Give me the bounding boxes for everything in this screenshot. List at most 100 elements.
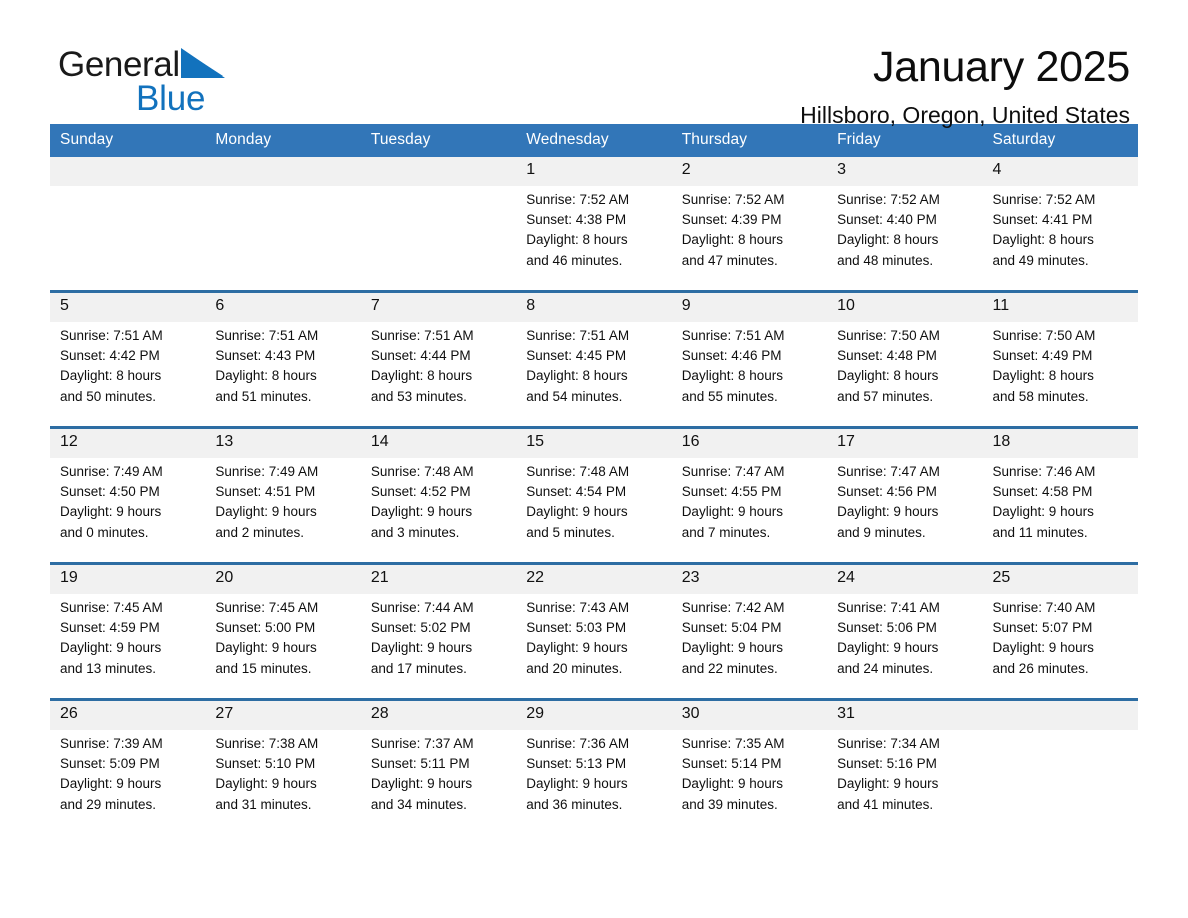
day-cell-number[interactable]: 31 — [827, 701, 983, 730]
sunset-text: Sunset: 4:44 PM — [370, 348, 471, 364]
calendar-body: 1 2 3 4 Sunrise: 7:52 AM Sunset: 4:38 PM D… — [50, 157, 1138, 834]
daylight-text-line2: and 36 minutes. — [526, 796, 623, 812]
day-cell-number[interactable]: 14 — [360, 429, 517, 458]
day-cell-number[interactable]: 24 — [827, 565, 983, 594]
day-cell-details: Sunrise: 7:48 AM Sunset: 4:52 PM Daylight:… — [360, 458, 517, 562]
daylight-text-line2: and 46 minutes. — [526, 252, 623, 268]
daylight-text-line1: Daylight: 8 hours — [60, 368, 162, 384]
day-cell-number[interactable]: 2 — [671, 157, 828, 186]
sunrise-text: Sunrise: 7:34 AM — [837, 736, 940, 751]
day-cell-number[interactable]: 28 — [360, 701, 517, 730]
day-cell-number[interactable]: 7 — [360, 293, 517, 322]
sunset-text: Sunset: 5:07 PM — [992, 620, 1093, 636]
daylight-text-line1: Daylight: 9 hours — [837, 640, 939, 656]
daylight-text-line2: and 29 minutes. — [60, 796, 157, 812]
daylight-text-line1: Daylight: 8 hours — [215, 368, 317, 384]
day-cell-number[interactable]: 19 — [50, 565, 206, 594]
daylight-text-line1: Daylight: 8 hours — [837, 232, 939, 248]
day-cell-details: Sunrise: 7:51 AM Sunset: 4:44 PM Daylight:… — [360, 322, 517, 426]
day-cell-number[interactable]: 16 — [671, 429, 828, 458]
daylight-text-line1: Daylight: 9 hours — [526, 640, 628, 656]
day-cell-number[interactable] — [982, 701, 1138, 730]
daylight-text-line1: Daylight: 8 hours — [681, 232, 783, 248]
day-cell-number[interactable] — [50, 157, 206, 186]
daylight-text-line2: and 47 minutes. — [681, 252, 778, 268]
sunrise-text: Sunrise: 7:48 AM — [526, 464, 630, 479]
daylight-text-line2: and 11 minutes. — [992, 524, 1088, 540]
week-detail-row: Sunrise: 7:45 AM Sunset: 4:59 PM Daylight:… — [50, 594, 1138, 698]
sunset-text: Sunset: 4:42 PM — [60, 348, 160, 364]
sunrise-text: Sunrise: 7:39 AM — [60, 736, 163, 751]
sunset-text: Sunset: 5:14 PM — [681, 756, 782, 772]
daylight-text-line2: and 5 minutes. — [526, 524, 615, 540]
day-cell-number[interactable]: 12 — [50, 429, 206, 458]
day-cell-number[interactable]: 25 — [982, 565, 1138, 594]
daylight-text-line1: Daylight: 8 hours — [992, 232, 1094, 248]
day-cell-number[interactable]: 22 — [516, 565, 672, 594]
day-cell-details: Sunrise: 7:50 AM Sunset: 4:48 PM Daylight:… — [827, 322, 983, 426]
day-cell-number[interactable]: 30 — [671, 701, 828, 730]
day-cell-details: Sunrise: 7:41 AM Sunset: 5:06 PM Daylight:… — [827, 594, 983, 698]
sunset-text: Sunset: 5:16 PM — [837, 756, 937, 772]
daylight-text-line2: and 54 minutes. — [526, 388, 623, 404]
day-cell-number[interactable]: 3 — [827, 157, 983, 186]
day-cell-details: Sunrise: 7:49 AM Sunset: 4:50 PM Daylight:… — [50, 458, 206, 562]
sunrise-text: Sunrise: 7:41 AM — [837, 600, 940, 615]
daylight-text-line2: and 7 minutes. — [681, 524, 771, 540]
daylight-text-line2: and 15 minutes. — [215, 660, 312, 676]
day-cell-details: Sunrise: 7:36 AM Sunset: 5:13 PM Daylight:… — [516, 730, 672, 834]
sunrise-text: Sunrise: 7:52 AM — [681, 192, 785, 207]
sunset-text: Sunset: 4:39 PM — [681, 212, 782, 228]
sunrise-text: Sunrise: 7:51 AM — [526, 328, 630, 343]
day-cell-number[interactable]: 29 — [516, 701, 672, 730]
daylight-text-line2: and 0 minutes. — [60, 524, 149, 540]
day-cell-number[interactable]: 10 — [827, 293, 983, 322]
day-cell-details: Sunrise: 7:37 AM Sunset: 5:11 PM Daylight:… — [360, 730, 517, 834]
sunrise-text: Sunrise: 7:51 AM — [215, 328, 319, 343]
day-cell-number[interactable]: 15 — [516, 429, 672, 458]
day-cell-number[interactable]: 8 — [516, 293, 672, 322]
sunset-text: Sunset: 4:58 PM — [992, 484, 1093, 500]
daylight-text-line2: and 49 minutes. — [992, 252, 1089, 268]
day-cell-number[interactable]: 27 — [205, 701, 361, 730]
sunset-text: Sunset: 4:51 PM — [215, 484, 316, 500]
sunset-text: Sunset: 5:06 PM — [837, 620, 937, 636]
day-cell-number[interactable]: 21 — [360, 565, 517, 594]
day-cell-number[interactable]: 11 — [982, 293, 1138, 322]
sunrise-text: Sunrise: 7:51 AM — [681, 328, 785, 343]
day-cell-details — [50, 186, 206, 290]
daylight-text-line1: Daylight: 8 hours — [837, 368, 939, 384]
day-cell-number[interactable]: 6 — [205, 293, 361, 322]
day-cell-number[interactable]: 1 — [516, 157, 672, 186]
calendar-table: Sunday Monday Tuesday Wednesday Thursday… — [50, 124, 1138, 834]
day-cell-details: Sunrise: 7:51 AM Sunset: 4:45 PM Daylight:… — [516, 322, 672, 426]
day-cell-number[interactable]: 23 — [671, 565, 828, 594]
day-cell-details: Sunrise: 7:38 AM Sunset: 5:10 PM Daylight:… — [205, 730, 361, 834]
daylight-text-line2: and 13 minutes. — [60, 660, 157, 676]
sunrise-text: Sunrise: 7:51 AM — [60, 328, 163, 343]
day-cell-number[interactable]: 13 — [205, 429, 361, 458]
day-cell-number[interactable] — [360, 157, 517, 186]
sunrise-text: Sunrise: 7:49 AM — [60, 464, 163, 479]
sunset-text: Sunset: 4:49 PM — [992, 348, 1093, 364]
sunset-text: Sunset: 4:59 PM — [60, 620, 160, 636]
day-cell-number[interactable]: 4 — [982, 157, 1138, 186]
week-daynum-row: 12 13 14 15 16 17 18 — [50, 429, 1138, 458]
daylight-text-line1: Daylight: 8 hours — [681, 368, 783, 384]
sunrise-text: Sunrise: 7:47 AM — [837, 464, 940, 479]
daylight-text-line1: Daylight: 9 hours — [992, 504, 1094, 520]
daylight-text-line2: and 26 minutes. — [992, 660, 1089, 676]
day-cell-number[interactable]: 18 — [982, 429, 1138, 458]
day-cell-number[interactable]: 5 — [50, 293, 206, 322]
day-cell-details: Sunrise: 7:51 AM Sunset: 4:43 PM Daylight:… — [205, 322, 361, 426]
daylight-text-line2: and 58 minutes. — [992, 388, 1089, 404]
day-cell-details: Sunrise: 7:43 AM Sunset: 5:03 PM Daylight:… — [516, 594, 672, 698]
day-cell-number[interactable]: 26 — [50, 701, 206, 730]
day-cell-details: Sunrise: 7:51 AM Sunset: 4:42 PM Daylight:… — [50, 322, 206, 426]
sunset-text: Sunset: 5:00 PM — [215, 620, 316, 636]
day-cell-number[interactable] — [205, 157, 361, 186]
day-cell-number[interactable]: 9 — [671, 293, 828, 322]
daylight-text-line1: Daylight: 8 hours — [370, 368, 473, 384]
day-cell-number[interactable]: 20 — [205, 565, 361, 594]
day-cell-number[interactable]: 17 — [827, 429, 983, 458]
